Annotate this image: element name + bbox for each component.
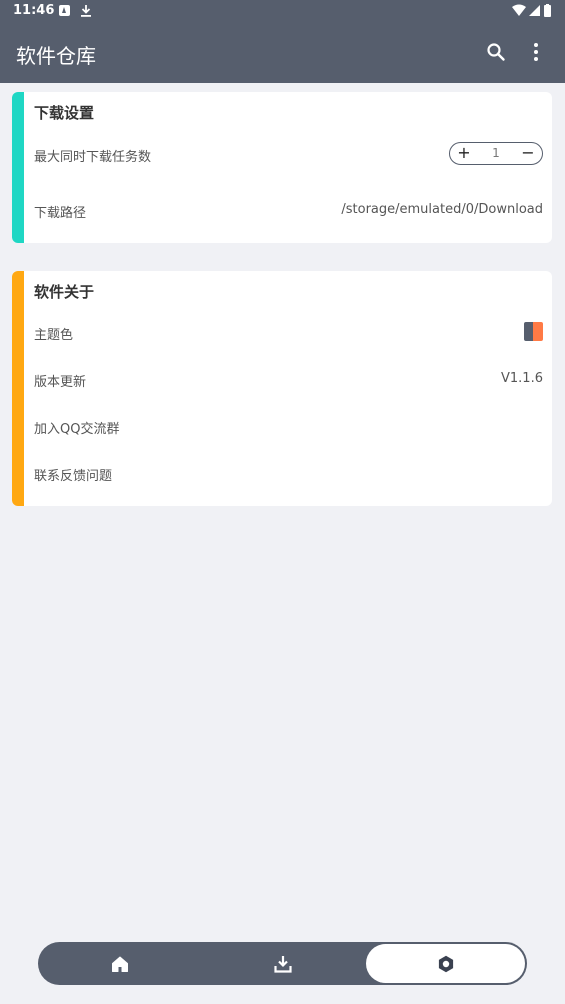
signal-icon [529,5,540,16]
wifi-icon [512,4,526,16]
increment-button[interactable]: + [452,143,476,163]
notification-a-icon [59,5,70,16]
swatch-primary [524,322,533,341]
swatch-accent [533,322,543,341]
status-bar: 11:46 [0,0,565,24]
bottom-nav [38,942,527,985]
status-time: 11:46 [13,3,55,18]
max-tasks-label: 最大同时下载任务数 [34,150,152,165]
theme-color-label[interactable]: 主题色 [34,324,73,343]
nav-settings[interactable] [366,944,525,983]
home-icon [111,956,128,972]
download-path-label: 下载路径 [34,206,87,221]
download-notification-icon [80,4,92,21]
system-status-icons [511,4,553,22]
battery-icon [544,5,551,17]
settings-icon [438,955,453,972]
version-value: V1.1.6 [501,371,543,386]
nav-download[interactable] [201,942,364,985]
download-path-value[interactable]: /storage/emulated/0/Download [341,202,543,217]
more-vert-icon[interactable] [533,42,539,66]
max-tasks-value: 1 [492,146,500,160]
download-icon [273,955,292,973]
about-card: 软件关于 主题色 版本更新 V1.1.6 加入QQ交流群 联系反馈问题 [12,271,552,506]
version-update-label[interactable]: 版本更新 [34,371,86,390]
theme-color-swatch[interactable] [524,322,543,341]
card-title: 软件关于 [34,283,95,301]
join-qq-group-item[interactable]: 加入QQ交流群 [34,418,119,437]
card-accent-bar [12,92,24,243]
max-tasks-stepper: + 1 − [449,142,543,165]
card-accent-bar [12,271,24,506]
decrement-button[interactable]: − [516,143,540,163]
card-title: 下载设置 [34,104,95,122]
app-title: 软件仓库 [16,44,96,68]
nav-home[interactable] [38,942,201,985]
top-bar: 11:46 软件仓库 [0,0,565,83]
search-icon[interactable] [486,42,506,66]
feedback-item[interactable]: 联系反馈问题 [34,465,112,484]
download-settings-card: 下载设置 最大同时下载任务数 + 1 − 下载路径 /storage/emula… [12,92,552,243]
